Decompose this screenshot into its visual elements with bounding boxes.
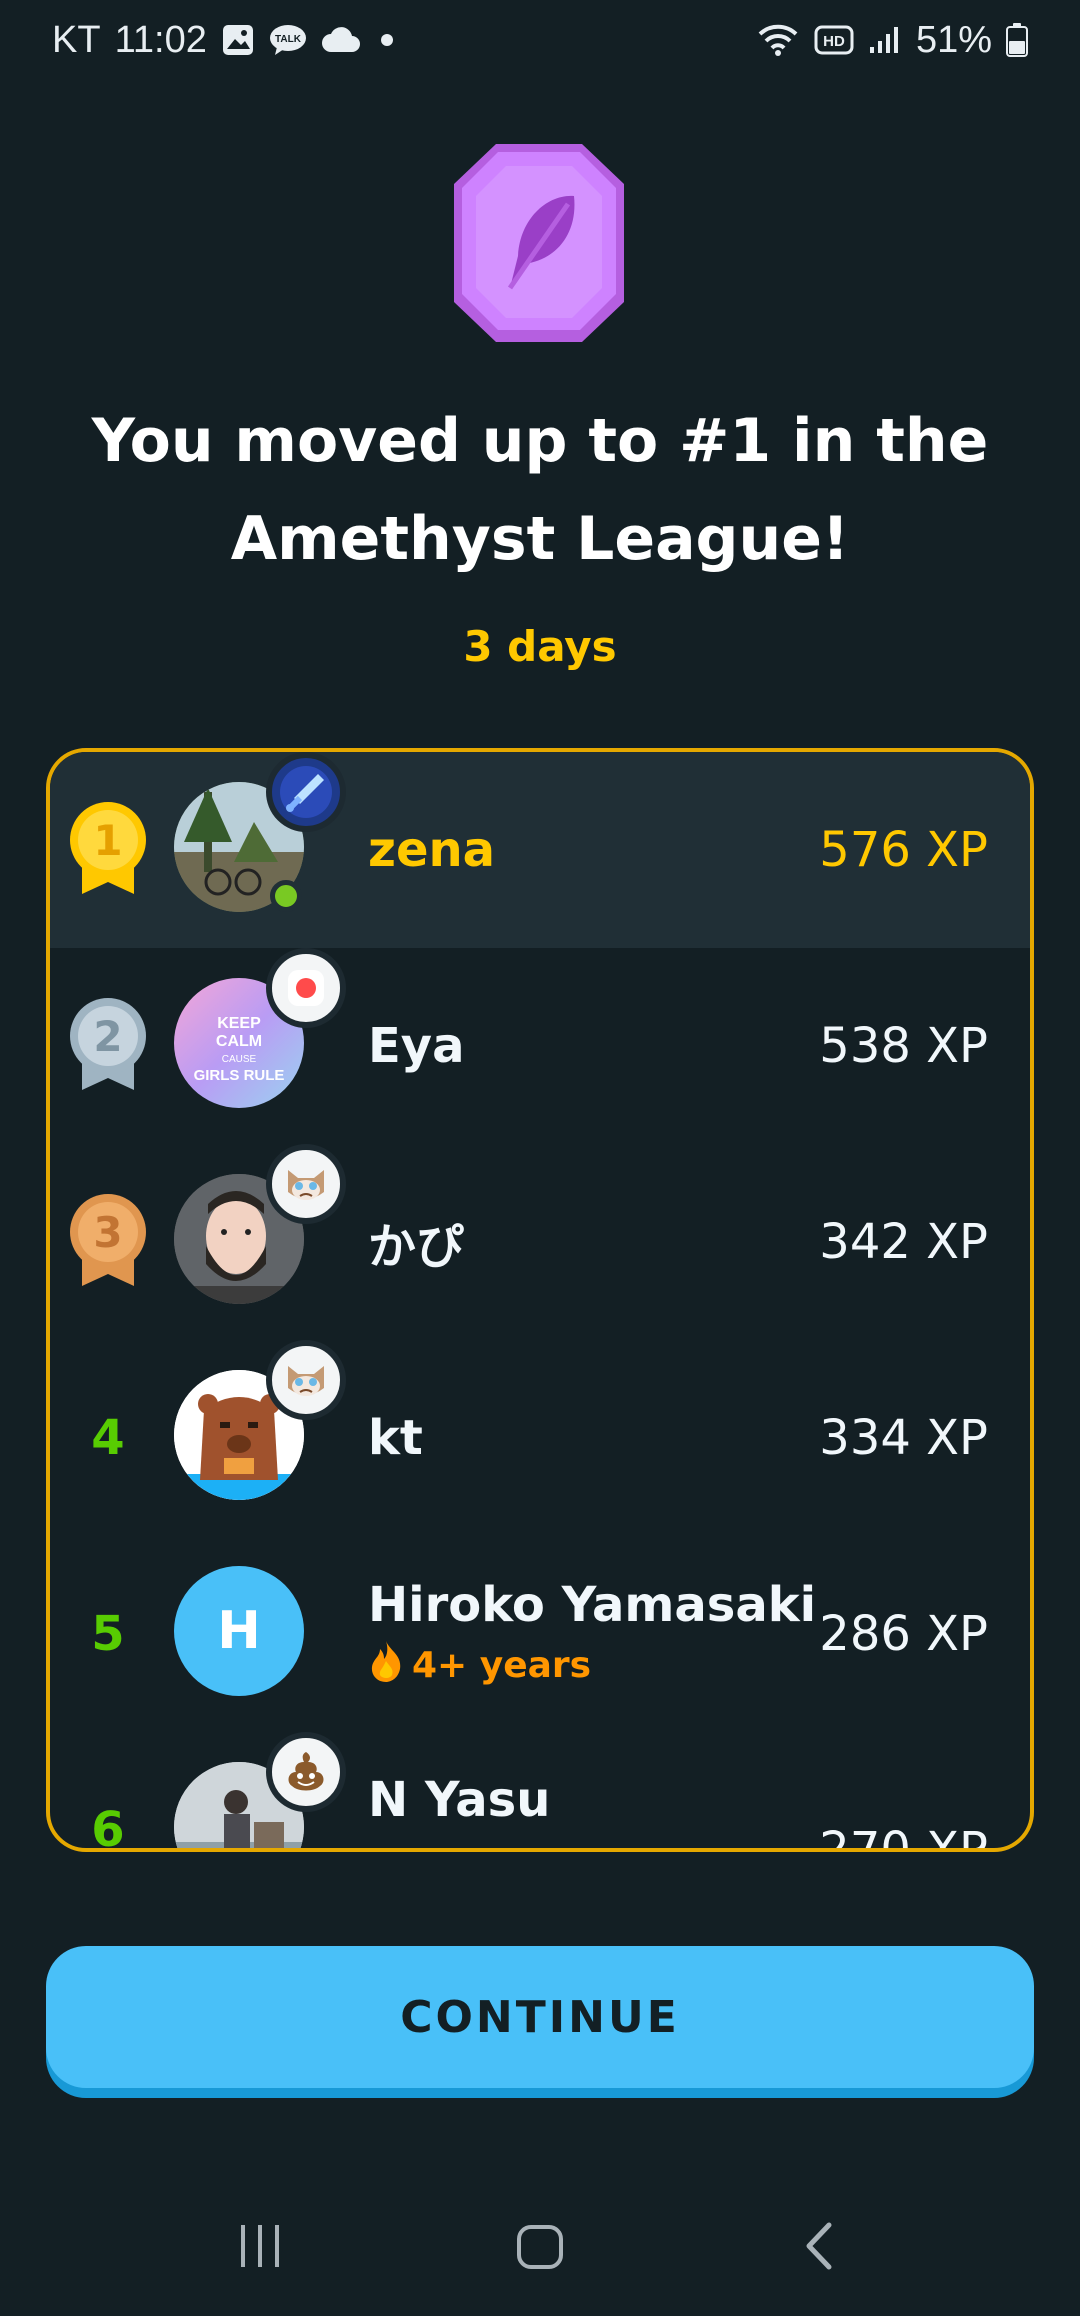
rank-number: 2 xyxy=(93,1012,122,1061)
rank-number: 5 xyxy=(91,1606,125,1662)
system-nav-bar xyxy=(0,2176,1080,2316)
xp-value: 342 XP xyxy=(819,1214,988,1270)
leaderboard-list[interactable]: 1 zena 576 XP 2 KEEP CALM CAUSE GIRLS RU… xyxy=(46,748,1034,1852)
rank-number: 1 xyxy=(93,816,122,865)
xp-value: 286 XP xyxy=(819,1606,988,1662)
status-left: KT 11:02 TALK xyxy=(52,19,399,62)
xp-value: 334 XP xyxy=(819,1410,988,1466)
avatar[interactable] xyxy=(174,752,346,912)
headline-line-1: You moved up to #1 in the xyxy=(91,406,989,476)
streak-label: 4+ years xyxy=(412,1644,592,1686)
leaderboard-row[interactable]: 6 N Yasu 270 XP xyxy=(50,1732,1030,1852)
user-info: kt xyxy=(368,1340,423,1536)
battery-percent: 51% xyxy=(915,18,992,61)
rank-number: 3 xyxy=(93,1208,122,1257)
record-icon xyxy=(266,948,346,1028)
user-name: Eya xyxy=(368,1018,465,1074)
user-name: kt xyxy=(368,1410,423,1466)
hd-icon: HD xyxy=(814,25,854,55)
avatar[interactable] xyxy=(174,1340,346,1500)
headline-line-2: Amethyst League! xyxy=(230,504,850,574)
avatar-initial: H xyxy=(174,1566,304,1696)
status-bar: KT 11:02 TALK HD 51% xyxy=(0,0,1080,80)
flame-icon xyxy=(368,1639,404,1692)
wifi-icon xyxy=(756,22,800,58)
days-remaining: 3 days xyxy=(463,622,617,671)
svg-text:CALM: CALM xyxy=(216,1033,262,1050)
leaderboard-row[interactable]: 1 zena 576 XP xyxy=(50,752,1030,948)
avatar[interactable] xyxy=(174,1144,346,1304)
cloud-icon xyxy=(321,26,361,54)
amethyst-league-badge-icon xyxy=(448,138,630,348)
leaderboard-row[interactable]: 2 KEEP CALM CAUSE GIRLS RULE Eya 538 XP xyxy=(50,948,1030,1144)
dot-icon xyxy=(375,28,399,52)
back-icon[interactable] xyxy=(770,2196,870,2296)
user-name: Hiroko Yamasaki xyxy=(368,1576,817,1633)
xp-value: 270 XP xyxy=(819,1822,988,1852)
user-name: zena xyxy=(368,822,496,878)
avatar[interactable]: KEEP CALM CAUSE GIRLS RULE xyxy=(174,948,346,1108)
talk-icon: TALK xyxy=(269,23,307,57)
avatar[interactable]: H xyxy=(174,1566,304,1696)
gallery-icon xyxy=(221,23,255,57)
svg-text:HD: HD xyxy=(823,33,845,50)
leaderboard-row[interactable]: 4 kt 334 XP xyxy=(50,1340,1030,1536)
clock: 11:02 xyxy=(114,18,207,61)
rank-gold-medal: 1 xyxy=(64,752,152,948)
user-info: Hiroko Yamasaki 4+ years xyxy=(368,1536,816,1732)
sword-icon xyxy=(266,752,346,832)
carrier-label: KT xyxy=(52,18,101,61)
signal-icon xyxy=(868,25,902,55)
home-icon[interactable] xyxy=(490,2196,590,2296)
rank-number: 6 xyxy=(91,1802,125,1852)
user-info: かぴ xyxy=(368,1144,464,1340)
poop-icon xyxy=(266,1732,346,1812)
cat-icon xyxy=(266,1340,346,1420)
svg-text:CAUSE: CAUSE xyxy=(222,1054,257,1065)
leaderboard-row[interactable]: 3 かぴ 342 XP xyxy=(50,1144,1030,1340)
user-name: かぴ xyxy=(368,1219,465,1275)
status-right: HD 51% xyxy=(756,19,1028,62)
rank-number: 4 xyxy=(91,1410,125,1466)
cat-icon xyxy=(266,1144,346,1224)
user-info: N Yasu xyxy=(368,1732,551,1848)
xp-value: 576 XP xyxy=(819,822,988,878)
user-info: Eya xyxy=(368,948,464,1144)
leaderboard-promotion-screen: KT 11:02 TALK HD 5 1% You moved up to #1 … xyxy=(0,0,1080,2316)
user-info: zena xyxy=(368,752,495,948)
recents-icon[interactable] xyxy=(210,2196,310,2296)
svg-text:KEEP: KEEP xyxy=(217,1015,261,1032)
rank-bronze-medal: 3 xyxy=(64,1144,152,1340)
streak-info: 4+ years xyxy=(368,1639,816,1692)
xp-value: 538 XP xyxy=(819,1018,988,1074)
avatar[interactable] xyxy=(174,1732,346,1848)
continue-button[interactable]: CONTINUE xyxy=(46,1946,1034,2088)
battery-icon xyxy=(1006,23,1028,57)
svg-text:GIRLS RULE: GIRLS RULE xyxy=(194,1067,285,1084)
svg-text:TALK: TALK xyxy=(275,34,302,45)
online-status-dot xyxy=(270,880,302,912)
rank-silver-medal: 2 xyxy=(64,948,152,1144)
promotion-headline: You moved up to #1 in the Amethyst Leagu… xyxy=(60,392,1020,588)
leaderboard-row[interactable]: 5 H Hiroko Yamasaki 4+ years 286 XP xyxy=(50,1536,1030,1732)
user-name: N Yasu xyxy=(368,1772,551,1828)
